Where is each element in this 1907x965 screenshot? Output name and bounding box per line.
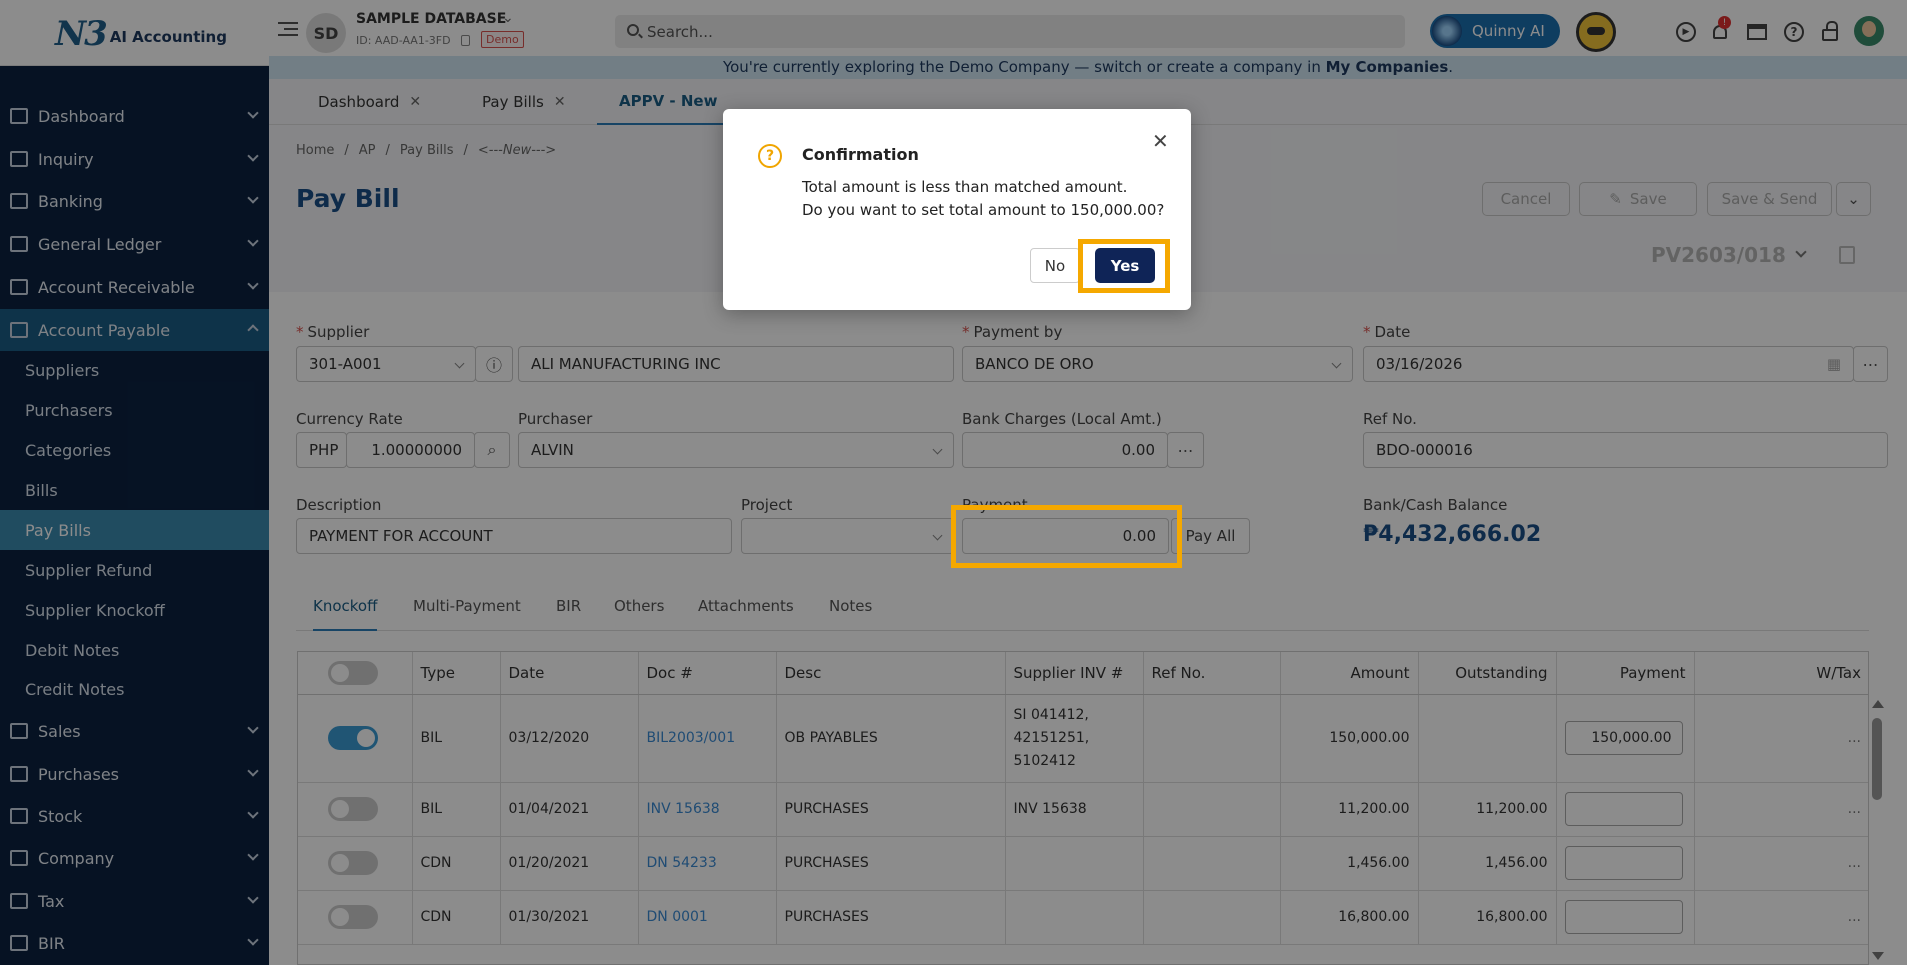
dialog-title: Confirmation	[802, 145, 919, 164]
dialog-message: Total amount is less than matched amount…	[802, 176, 1164, 222]
dialog-line-2: Do you want to set total amount to 150,0…	[802, 201, 1165, 219]
dialog-line-1: Total amount is less than matched amount…	[802, 178, 1128, 196]
no-button[interactable]: No	[1030, 248, 1080, 283]
question-icon: ?	[758, 144, 782, 168]
close-icon[interactable]: ✕	[1152, 129, 1169, 153]
confirmation-dialog: ? Confirmation Total amount is less than…	[723, 109, 1191, 310]
yes-button[interactable]: Yes	[1095, 248, 1155, 283]
